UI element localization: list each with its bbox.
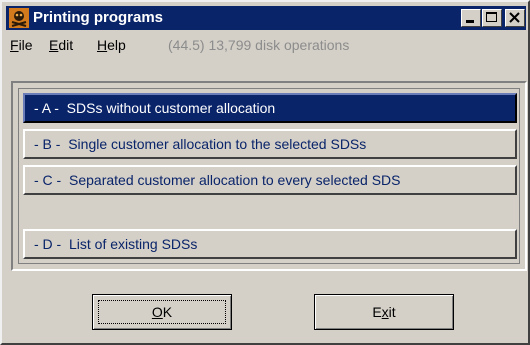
exit-button[interactable]: Exit — [314, 294, 454, 330]
option-c-label: - C - Separated customer allocation to e… — [34, 172, 401, 188]
exit-mnemonic: x — [381, 304, 389, 320]
menu-help[interactable]: Help — [97, 37, 126, 53]
maximize-button[interactable] — [482, 9, 502, 27]
minimize-button[interactable] — [461, 9, 481, 27]
minimize-icon — [466, 20, 474, 23]
options-panel: - A - SDSs without customer allocation -… — [11, 81, 527, 271]
menu-edit-mnemonic: E — [49, 37, 59, 53]
menu-help-mnemonic: H — [97, 37, 108, 53]
title-bar: Printing programs — [6, 6, 526, 30]
close-icon — [509, 12, 520, 23]
options-list: - A - SDSs without customer allocation -… — [18, 88, 520, 264]
app-icon — [9, 8, 29, 28]
option-d-button[interactable]: - D - List of existing SDSs — [23, 229, 517, 259]
exit-rest: it — [388, 304, 396, 320]
option-b-label: - B - Single customer allocation to the … — [34, 136, 367, 152]
option-d-label: - D - List of existing SDSs — [34, 236, 198, 252]
option-b-button[interactable]: - B - Single customer allocation to the … — [23, 129, 517, 159]
menu-edit-rest: dit — [58, 37, 74, 53]
menu-bar: File Edit Help (44.5) 13,799 disk operat… — [6, 34, 526, 56]
maximize-icon — [486, 12, 497, 22]
close-button[interactable] — [505, 9, 525, 27]
menu-file-mnemonic: F — [10, 37, 19, 53]
ok-button[interactable]: OK — [92, 294, 232, 330]
window-title: Printing programs — [33, 9, 164, 26]
option-a-button[interactable]: - A - SDSs without customer allocation — [23, 93, 517, 123]
menu-help-rest: elp — [107, 37, 126, 53]
option-c-button[interactable]: - C - Separated customer allocation to e… — [23, 165, 517, 195]
exit-pre: E — [372, 304, 382, 320]
printing-programs-window: Printing programs File Edit Help (44.5) … — [0, 0, 530, 345]
menu-file-rest: ile — [18, 37, 33, 53]
option-a-label: - A - SDSs without customer allocation — [34, 100, 276, 116]
menu-file[interactable]: File — [10, 37, 33, 53]
focus-indicator — [98, 300, 226, 324]
disk-operations-status: (44.5) 13,799 disk operations — [168, 37, 350, 53]
menu-edit[interactable]: Edit — [49, 37, 73, 53]
